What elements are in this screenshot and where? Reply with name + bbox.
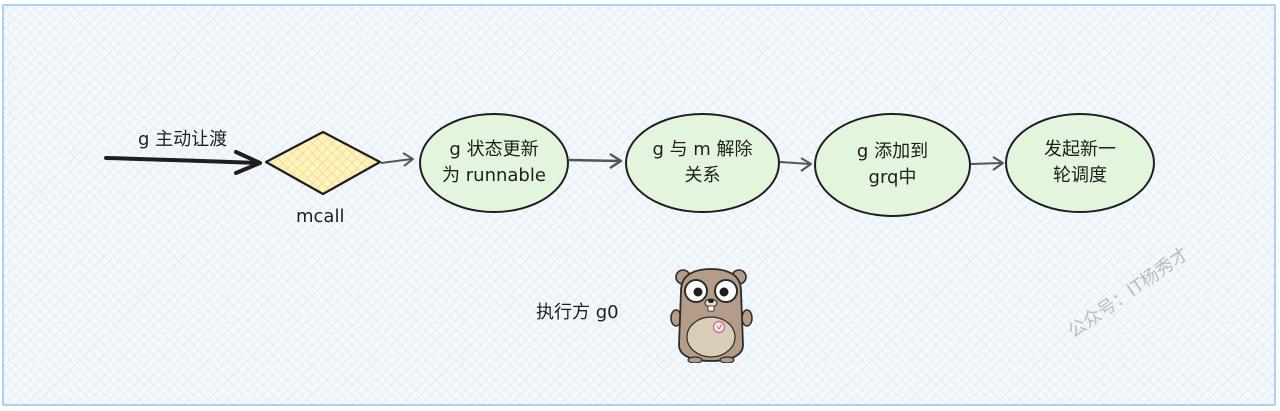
mcall-label: mcall — [296, 206, 345, 227]
step-node-new-schedule: 发起新一 轮调度 — [1005, 113, 1155, 213]
arrow-node1-to-node2 — [568, 152, 623, 170]
node-line: g 与 m 解除 — [652, 139, 753, 160]
diagram-canvas: g 主动让渡 mcall g 状态更新 为 runnable g 与 m 解除 … — [0, 0, 1280, 411]
arrow-mcall-to-node1 — [380, 152, 414, 167]
node-line: g 状态更新 — [449, 139, 539, 160]
executor-label: 执行方 g0 — [536, 302, 619, 323]
mcall-diamond — [264, 130, 382, 196]
entry-arrow — [104, 150, 262, 175]
step-node-detach-m: g 与 m 解除 关系 — [625, 113, 780, 213]
node-line: 发起新一 — [1044, 139, 1116, 160]
node-line: 为 runnable — [442, 165, 546, 186]
node-line: grq中 — [868, 167, 917, 188]
go-gopher-icon — [670, 268, 753, 363]
step-node-update-status: g 状态更新 为 runnable — [419, 113, 569, 213]
entry-label: g 主动让渡 — [138, 129, 228, 150]
arrow-node2-to-node3 — [779, 157, 812, 172]
node-line: 轮调度 — [1053, 165, 1107, 186]
step-node-add-grq: g 添加到 grq中 — [814, 113, 971, 217]
arrow-node3-to-node4 — [970, 156, 1004, 171]
node-line: 关系 — [684, 165, 721, 186]
node-line: g 添加到 — [856, 141, 929, 162]
